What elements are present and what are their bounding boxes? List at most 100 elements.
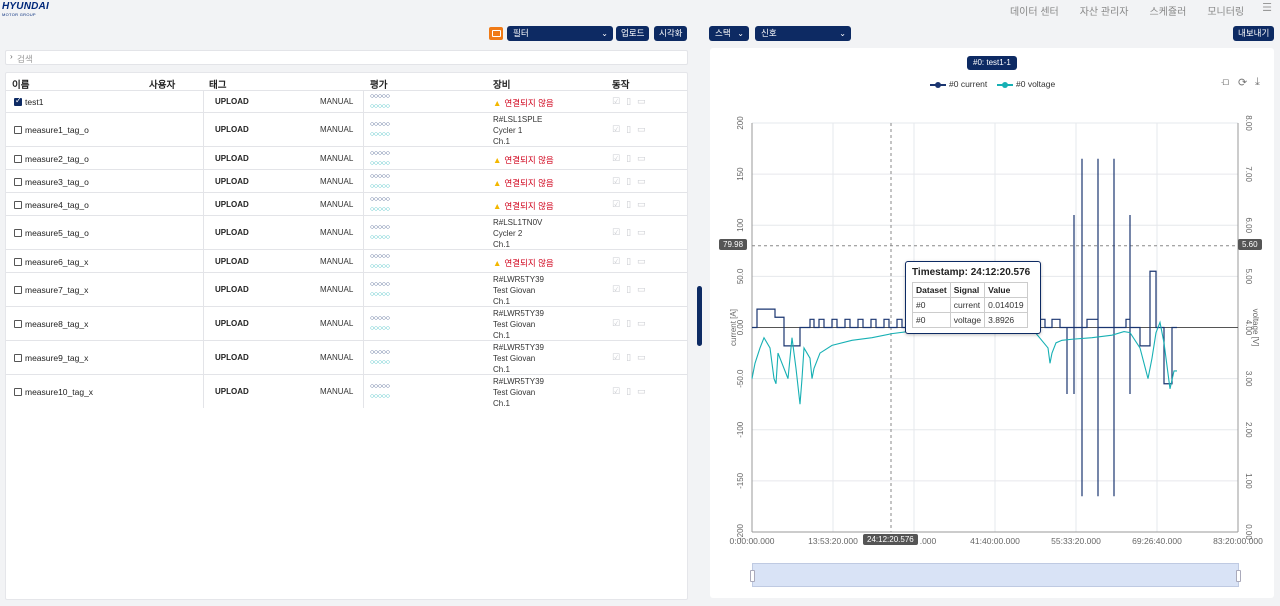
file-icon[interactable]: ▯ (626, 96, 637, 106)
row-rating[interactable]: ○○○○○ ○○○○○ (370, 382, 390, 402)
row-rating[interactable]: ○○○○○ ○○○○○ (370, 314, 390, 334)
visualize-button[interactable]: 시각화 (654, 26, 688, 41)
delete-icon[interactable]: ▭ (637, 199, 652, 209)
row-rating[interactable]: ○○○○○ ○○○○○ (370, 348, 390, 368)
chart-dataset-tab[interactable]: #0: test1-1 (967, 56, 1017, 70)
hamburger-menu-icon[interactable]: ☰ (1262, 3, 1272, 18)
row-checkbox[interactable] (14, 126, 22, 134)
delete-icon[interactable]: ▭ (637, 96, 652, 106)
edit-icon[interactable]: ☑ (612, 352, 626, 362)
header-rating[interactable]: 평가 (370, 77, 387, 91)
restore-icon[interactable]: ⟳ (1238, 76, 1247, 89)
table-row[interactable]: measure8_tag_x UPLOAD MANUAL ○○○○○ ○○○○○ R#LW… (6, 306, 687, 340)
delete-icon[interactable]: ▭ (637, 227, 652, 237)
row-name[interactable]: measure3_tag_o (25, 177, 89, 187)
edit-icon[interactable]: ☑ (612, 227, 626, 237)
delete-icon[interactable]: ▭ (637, 284, 652, 294)
zoom-icon[interactable]: ⟤ (1221, 76, 1229, 89)
header-tag[interactable]: 태그 (209, 77, 226, 91)
row-name[interactable]: measure9_tag_x (25, 353, 88, 363)
table-row[interactable]: test1 UPLOAD MANUAL ○○○○○ ○○○○○ ▲연결되지 않음 ☑▯▭ (6, 90, 687, 112)
file-icon[interactable]: ▯ (626, 227, 637, 237)
edit-icon[interactable]: ☑ (612, 284, 626, 294)
delete-icon[interactable]: ▭ (637, 352, 652, 362)
row-rating[interactable]: ○○○○○ ○○○○○ (370, 252, 390, 272)
row-checkbox[interactable] (14, 258, 22, 266)
stack-select[interactable]: 스택 ⌄ (709, 26, 749, 41)
row-name[interactable]: test1 (25, 97, 43, 107)
row-checkbox[interactable] (14, 286, 22, 294)
table-row[interactable]: measure7_tag_x UPLOAD MANUAL ○○○○○ ○○○○○ R#LW… (6, 272, 687, 306)
legend-current[interactable]: #0 current (930, 79, 987, 89)
row-checkbox[interactable] (14, 388, 22, 396)
edit-icon[interactable]: ☑ (612, 199, 626, 209)
row-name[interactable]: measure7_tag_x (25, 285, 88, 295)
row-checkbox[interactable] (14, 201, 22, 209)
file-icon[interactable]: ▯ (626, 256, 637, 266)
edit-icon[interactable]: ☑ (612, 124, 626, 134)
hyundai-logo[interactable]: HYUNDAI MOTOR GROUP (2, 2, 49, 18)
chevron-right-icon[interactable]: › (10, 52, 13, 61)
export-button[interactable]: 내보내기 (1233, 26, 1275, 41)
nav-asset-manager[interactable]: 자산 관리자 (1080, 3, 1129, 18)
header-equipment[interactable]: 장비 (493, 77, 510, 91)
row-name[interactable]: measure4_tag_o (25, 200, 89, 210)
file-icon[interactable]: ▯ (626, 284, 637, 294)
table-row[interactable]: measure9_tag_x UPLOAD MANUAL ○○○○○ ○○○○○ R#LW… (6, 340, 687, 374)
delete-icon[interactable]: ▭ (637, 386, 652, 396)
file-icon[interactable]: ▯ (626, 386, 637, 396)
header-user[interactable]: 사용자 (149, 77, 175, 91)
row-checkbox[interactable] (14, 354, 22, 362)
nav-data-center[interactable]: 데이터 센터 (1010, 3, 1059, 18)
table-row[interactable]: measure3_tag_o UPLOAD MANUAL ○○○○○ ○○○○○ ▲ 연결되… (6, 169, 687, 192)
legend-voltage[interactable]: #0 voltage (997, 79, 1055, 89)
row-rating[interactable]: ○○○○○ ○○○○○ (370, 280, 390, 300)
table-row[interactable]: measure10_tag_x UPLOAD MANUAL ○○○○○ ○○○○○ R#L… (6, 374, 687, 408)
row-rating[interactable]: ○○○○○ ○○○○○ (370, 120, 390, 140)
header-name[interactable]: 이름 (12, 77, 29, 91)
search-panel[interactable]: › 검색 (5, 50, 688, 65)
row-checkbox[interactable] (14, 155, 22, 163)
delete-icon[interactable]: ▭ (637, 124, 652, 134)
row-checkbox[interactable] (14, 320, 22, 328)
upload-button[interactable]: 업로드 (616, 26, 650, 41)
app-icon[interactable] (489, 27, 503, 40)
table-row[interactable]: measure1_tag_o UPLOAD MANUAL ○○○○○ ○○○○○ R#LS… (6, 112, 687, 146)
table-row[interactable]: measure6_tag_x UPLOAD MANUAL ○○○○○ ○○○○○ ▲ 연결되… (6, 249, 687, 272)
row-name[interactable]: measure8_tag_x (25, 319, 88, 329)
download-icon[interactable]: ⤓ (1255, 76, 1260, 89)
row-name[interactable]: measure1_tag_o (25, 125, 89, 135)
row-name[interactable]: measure2_tag_o (25, 154, 89, 164)
delete-icon[interactable]: ▭ (637, 256, 652, 266)
row-name[interactable]: measure6_tag_x (25, 257, 88, 267)
row-rating[interactable]: ○○○○○ ○○○○○ (370, 172, 390, 192)
slider-handle-right[interactable] (1236, 570, 1241, 582)
table-row[interactable]: measure2_tag_o UPLOAD MANUAL ○○○○○ ○○○○○ ▲ 연결되… (6, 146, 687, 169)
header-action[interactable]: 동작 (612, 77, 629, 91)
row-rating[interactable]: ○○○○○ ○○○○○ (370, 195, 390, 215)
table-row[interactable]: measure5_tag_o UPLOAD MANUAL ○○○○○ ○○○○○ R#LS… (6, 215, 687, 249)
signal-select[interactable]: 신호 ⌄ (755, 26, 851, 41)
edit-icon[interactable]: ☑ (612, 256, 626, 266)
time-range-slider[interactable] (750, 563, 1241, 587)
delete-icon[interactable]: ▭ (637, 318, 652, 328)
row-name[interactable]: measure10_tag_x (25, 387, 93, 397)
row-rating[interactable]: ○○○○○ ○○○○○ (370, 223, 390, 243)
file-icon[interactable]: ▯ (626, 199, 637, 209)
delete-icon[interactable]: ▭ (637, 176, 652, 186)
row-name[interactable]: measure5_tag_o (25, 228, 89, 238)
nav-scheduler[interactable]: 스케쥴러 (1150, 3, 1187, 18)
table-row[interactable]: measure4_tag_o UPLOAD MANUAL ○○○○○ ○○○○○ ▲ 연결되… (6, 192, 687, 215)
filter-select[interactable]: 필터 ⌄ (507, 26, 613, 41)
file-icon[interactable]: ▯ (626, 153, 637, 163)
scrollbar-thumb[interactable] (697, 286, 702, 346)
edit-icon[interactable]: ☑ (612, 318, 626, 328)
file-icon[interactable]: ▯ (626, 352, 637, 362)
file-icon[interactable]: ▯ (626, 318, 637, 328)
edit-icon[interactable]: ☑ (612, 153, 626, 163)
slider-handle-left[interactable] (750, 570, 755, 582)
edit-icon[interactable]: ☑ (612, 176, 626, 186)
delete-icon[interactable]: ▭ (637, 153, 652, 163)
file-icon[interactable]: ▯ (626, 176, 637, 186)
row-checkbox[interactable] (14, 178, 22, 186)
